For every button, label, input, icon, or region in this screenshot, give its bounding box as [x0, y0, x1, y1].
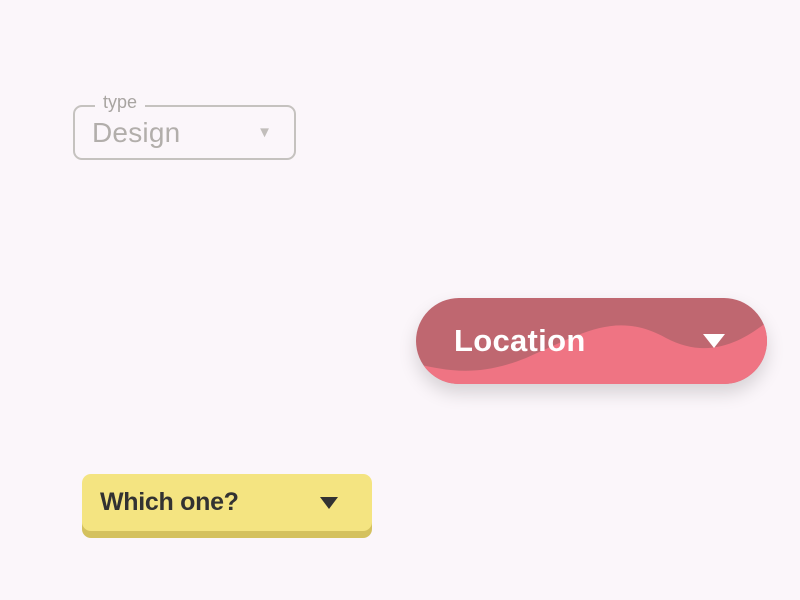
chevron-down-icon — [703, 334, 725, 348]
chevron-down-icon: ▼ — [257, 124, 272, 141]
chevron-down-icon — [320, 497, 338, 509]
type-select-value: Design — [92, 117, 180, 149]
type-select[interactable]: type Design ▼ — [73, 105, 296, 160]
type-select-box: Design ▼ — [73, 105, 296, 160]
type-select-label: type — [95, 92, 145, 113]
which-select[interactable]: Which one? — [82, 474, 372, 531]
location-select[interactable]: Location — [416, 298, 767, 384]
location-select-label: Location — [454, 323, 586, 359]
which-select-label: Which one? — [100, 488, 239, 517]
